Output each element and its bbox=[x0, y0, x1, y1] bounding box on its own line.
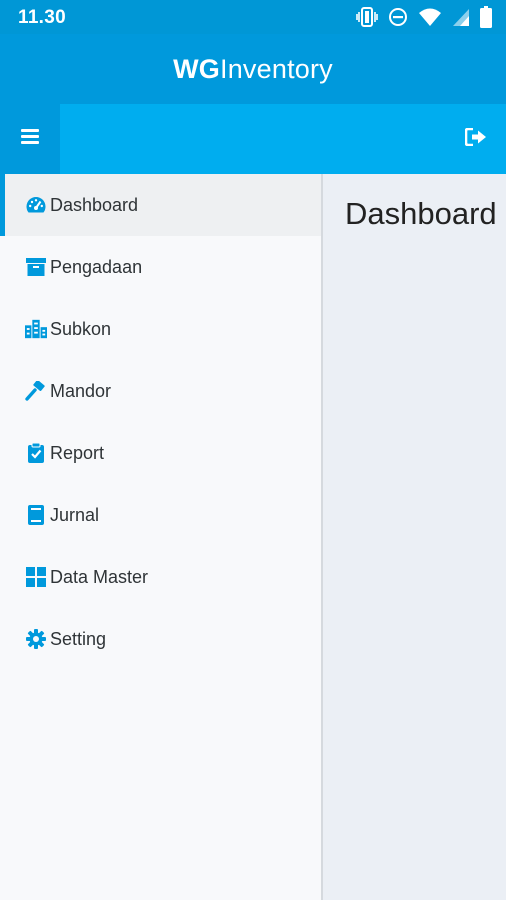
dashboard-gauge-icon bbox=[25, 194, 47, 216]
app-brand-logo: WGInventory bbox=[173, 54, 333, 85]
wifi-icon bbox=[418, 7, 442, 32]
app-bar: WGInventory bbox=[0, 34, 506, 104]
toolbar bbox=[0, 104, 506, 174]
status-icons bbox=[356, 6, 492, 33]
sidebar-item-subkon[interactable]: Subkon bbox=[0, 298, 321, 360]
sidebar-item-jurnal[interactable]: Jurnal bbox=[0, 484, 321, 546]
sidebar-item-report[interactable]: Report bbox=[0, 422, 321, 484]
sidebar-item-label: Data Master bbox=[50, 566, 149, 587]
archive-box-icon bbox=[25, 256, 47, 278]
sidebar-item-label: Subkon bbox=[50, 318, 112, 339]
sidebar-item-label: Jurnal bbox=[50, 504, 100, 525]
vibrate-icon bbox=[356, 7, 378, 32]
menu-toggle-button[interactable] bbox=[0, 104, 60, 174]
city-buildings-icon bbox=[25, 318, 47, 340]
do-not-disturb-icon bbox=[388, 7, 408, 32]
main-content: Dashboard bbox=[325, 174, 506, 900]
windows-grid-icon bbox=[25, 566, 47, 588]
sidebar-item-mandor[interactable]: Mandor bbox=[0, 360, 321, 422]
sidebar-item-label: Pengadaan bbox=[50, 256, 143, 277]
logout-button[interactable] bbox=[462, 125, 490, 153]
sidebar-item-label: Report bbox=[50, 442, 105, 463]
page-title: Dashboard bbox=[345, 196, 497, 231]
gavel-icon bbox=[25, 380, 47, 402]
sidebar-item-label: Dashboard bbox=[50, 194, 139, 215]
status-bar: 11.30 bbox=[0, 0, 506, 34]
sidebar-item-setting[interactable]: Setting bbox=[0, 608, 321, 670]
brand-bold-text: WG bbox=[173, 53, 221, 84]
sidebar-nav: Dashboard Pengadaan Subkon Mandor Report… bbox=[0, 174, 323, 900]
clipboard-check-icon bbox=[25, 442, 47, 464]
sidebar-item-dashboard[interactable]: Dashboard bbox=[0, 174, 321, 236]
signal-icon bbox=[452, 7, 470, 32]
sidebar-item-data-master[interactable]: Data Master bbox=[0, 546, 321, 608]
book-icon bbox=[25, 504, 47, 526]
status-time: 11.30 bbox=[18, 7, 66, 28]
sidebar-item-label: Mandor bbox=[50, 380, 112, 401]
brand-regular-text: Inventory bbox=[220, 53, 333, 84]
gear-icon bbox=[25, 628, 47, 650]
sidebar-item-label: Setting bbox=[50, 628, 107, 649]
battery-icon bbox=[480, 6, 492, 33]
sidebar-item-pengadaan[interactable]: Pengadaan bbox=[0, 236, 321, 298]
sign-out-icon bbox=[464, 127, 487, 151]
hamburger-menu-icon bbox=[21, 129, 39, 149]
